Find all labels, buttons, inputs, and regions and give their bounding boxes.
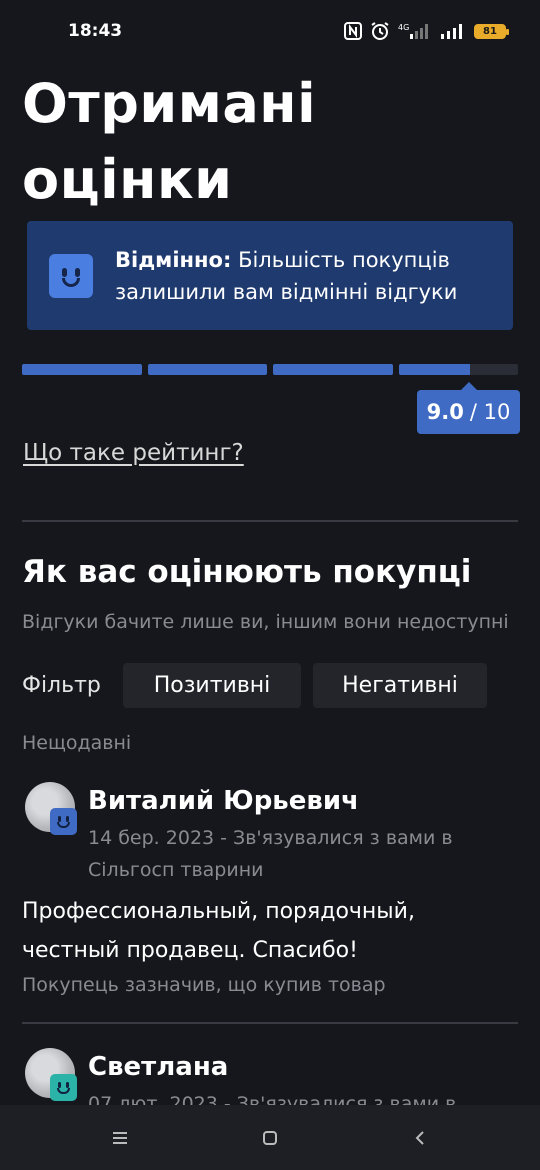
section-title: Як вас оцінюють покупці bbox=[22, 554, 472, 590]
smile-face-icon bbox=[50, 808, 77, 835]
rating-bar bbox=[22, 364, 518, 375]
review-text: Профессиональный, порядочный, честный пр… bbox=[22, 899, 415, 963]
filter-label: Фільтр bbox=[22, 673, 101, 698]
rating-segment-fill bbox=[398, 364, 471, 375]
review-meta: 14 бер. 2023 - Зв'язувалися з вами в Сіл… bbox=[88, 827, 453, 881]
signal-4g-icon: 4G bbox=[398, 22, 432, 40]
avatar bbox=[25, 1048, 77, 1101]
rating-segment bbox=[22, 364, 142, 375]
status-time: 18:43 bbox=[68, 21, 123, 41]
status-icons: 4G 81 bbox=[344, 21, 509, 41]
banner-bold: Відмінно: bbox=[115, 247, 232, 272]
rating-segment bbox=[147, 364, 267, 375]
rating-segment bbox=[273, 364, 393, 375]
avatar bbox=[25, 782, 77, 835]
menu-icon[interactable] bbox=[90, 1118, 150, 1158]
banner-text: Відмінно: Більшість покупців залишили ва… bbox=[115, 244, 495, 308]
review-note: Покупець зазначив, що купив товар bbox=[22, 974, 386, 996]
signal-icon bbox=[440, 22, 466, 40]
recent-label: Нещодавні bbox=[22, 732, 132, 754]
rating-segment bbox=[398, 364, 518, 375]
smile-face-icon bbox=[50, 1074, 77, 1101]
system-nav-bar bbox=[0, 1105, 540, 1170]
score-scale: / 10 bbox=[469, 400, 511, 424]
status-bar: 18:43 4G 81 bbox=[0, 0, 540, 62]
filter-positive-button[interactable]: Позитивні bbox=[123, 663, 301, 708]
alarm-icon bbox=[370, 21, 390, 41]
smile-face-icon bbox=[49, 253, 93, 298]
page-title: Отримані оцінки bbox=[22, 72, 317, 211]
section-subtitle: Відгуки бачите лише ви, іншим вони недос… bbox=[22, 611, 509, 633]
what-is-rating-link[interactable]: Що таке рейтинг? bbox=[23, 440, 244, 466]
filter-row: Фільтр Позитивні Негативні bbox=[22, 663, 499, 708]
divider bbox=[22, 1022, 518, 1024]
nfc-icon bbox=[344, 22, 362, 40]
divider bbox=[22, 520, 518, 522]
reviewer-name: Виталий Юрьевич bbox=[88, 786, 359, 816]
reviewer-name: Светлана bbox=[88, 1052, 229, 1082]
network-label: 4G bbox=[398, 23, 409, 32]
score-badge: 9.0 / 10 bbox=[417, 382, 520, 434]
filter-negative-button[interactable]: Негативні bbox=[313, 663, 487, 708]
home-icon[interactable] bbox=[240, 1118, 300, 1158]
battery-icon: 81 bbox=[474, 23, 509, 39]
back-icon[interactable] bbox=[390, 1118, 450, 1158]
rating-banner: Відмінно: Більшість покупців залишили ва… bbox=[27, 221, 513, 330]
score-value: 9.0 bbox=[426, 400, 464, 424]
